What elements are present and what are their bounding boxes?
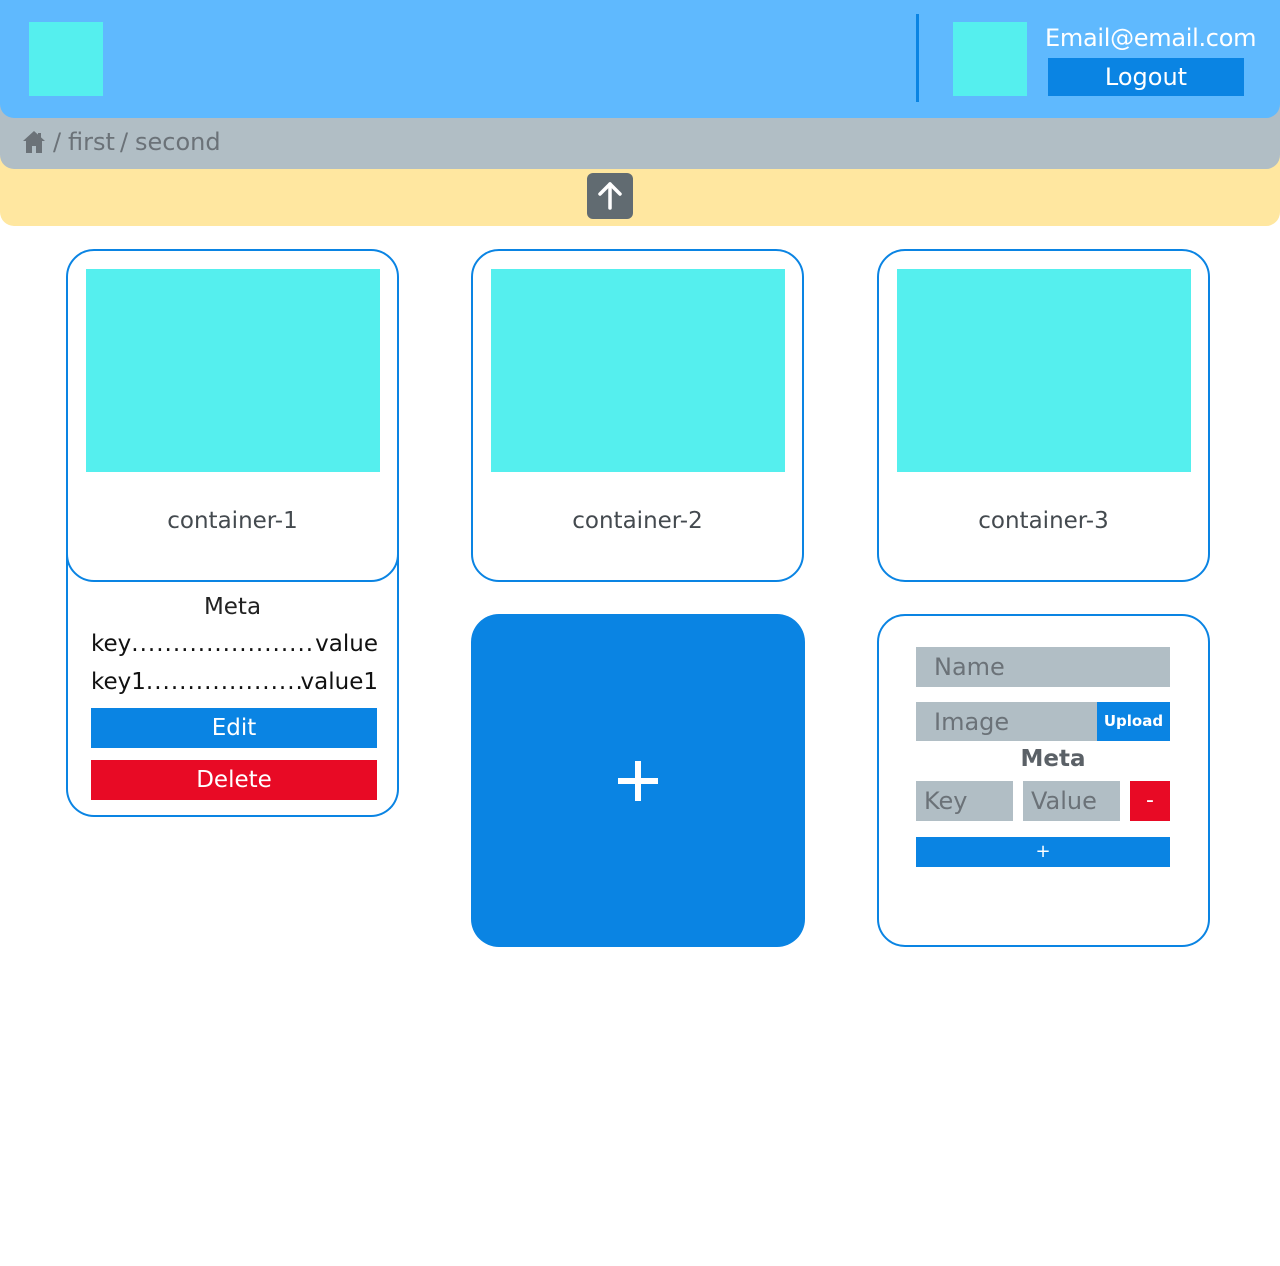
meta-key: key <box>91 631 132 657</box>
card-image <box>897 269 1191 472</box>
breadcrumb-item-second[interactable]: second <box>135 126 221 158</box>
meta-dots: ........................ <box>145 669 301 695</box>
card-title: container-2 <box>572 508 703 534</box>
name-input[interactable] <box>916 647 1170 687</box>
meta-value-input[interactable] <box>1023 781 1120 821</box>
meta-value: value1 <box>300 669 378 695</box>
meta-dots: ........................ <box>131 631 316 657</box>
breadcrumb-item-first[interactable]: first <box>68 126 115 158</box>
home-icon[interactable] <box>22 129 46 155</box>
remove-meta-button[interactable]: - <box>1130 781 1170 821</box>
breadcrumb-separator: / <box>120 128 129 156</box>
card-title: container-3 <box>978 508 1109 534</box>
navigate-up-button[interactable] <box>587 173 633 219</box>
card-image <box>491 269 785 472</box>
add-meta-button[interactable]: + <box>916 837 1170 867</box>
logout-button[interactable]: Logout <box>1048 58 1244 96</box>
delete-button[interactable]: Delete <box>91 760 377 800</box>
user-email: Email@email.com <box>1045 24 1257 52</box>
container-card[interactable]: container-3 <box>877 249 1210 582</box>
container-card[interactable]: container-1 <box>66 249 399 582</box>
edit-button[interactable]: Edit <box>91 708 377 748</box>
meta-row: key1 ........................ value1 <box>91 667 378 697</box>
card-image <box>86 269 380 472</box>
card-title: container-1 <box>167 508 298 534</box>
breadcrumb-separator: / <box>53 128 62 156</box>
avatar[interactable] <box>953 22 1027 96</box>
app-header: Email@email.com Logout <box>0 0 1280 118</box>
plus-icon <box>471 614 805 947</box>
meta-row: key ........................ value <box>91 629 378 659</box>
add-container-button[interactable] <box>471 614 805 947</box>
container-card[interactable]: container-2 <box>471 249 804 582</box>
meta-title: Meta <box>203 594 262 620</box>
arrow-up-icon <box>598 182 622 210</box>
app-logo[interactable] <box>29 22 103 96</box>
meta-key-input[interactable] <box>916 781 1013 821</box>
form-meta-title: Meta <box>1020 746 1086 772</box>
header-divider <box>916 14 919 102</box>
upload-button[interactable]: Upload <box>1097 702 1170 741</box>
meta-value: value <box>315 631 378 657</box>
image-input[interactable] <box>916 702 1097 741</box>
meta-key: key1 <box>91 669 146 695</box>
